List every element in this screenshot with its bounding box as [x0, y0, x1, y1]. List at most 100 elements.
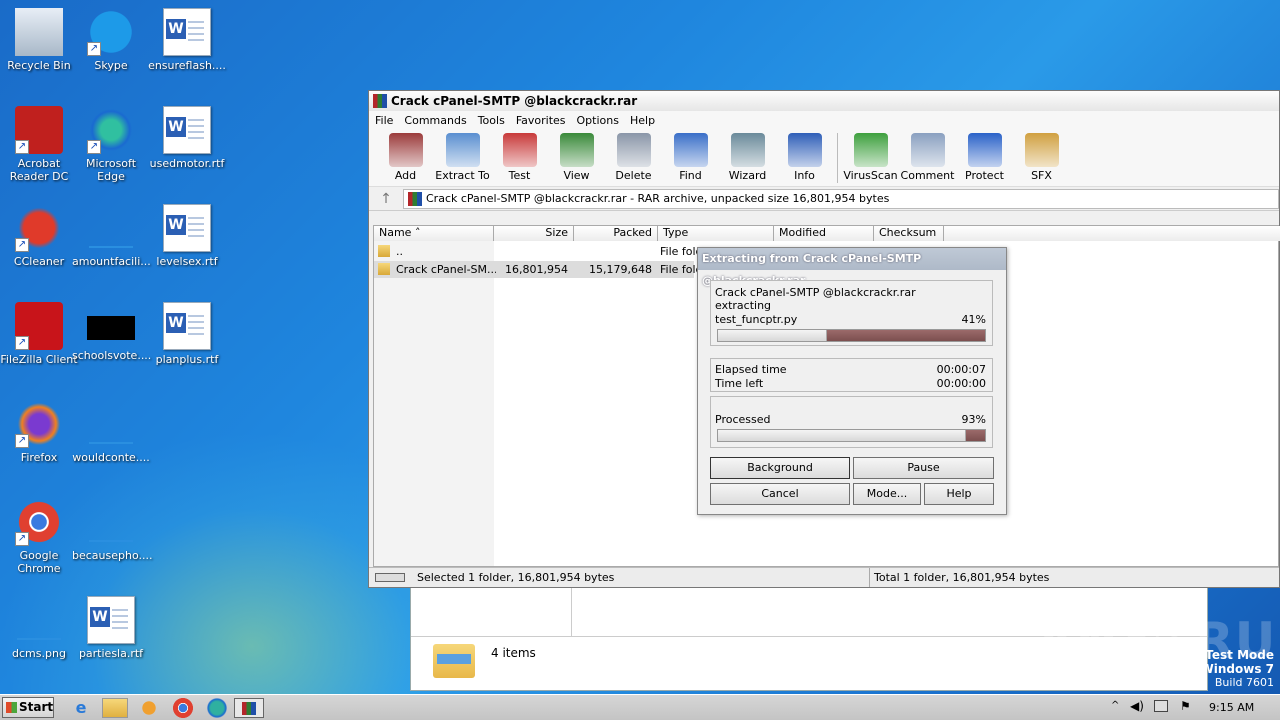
network-icon[interactable]: [1154, 700, 1168, 712]
up-arrow-icon[interactable]: ↑: [369, 188, 403, 210]
start-button[interactable]: Start: [2, 697, 54, 718]
desktop-icon[interactable]: levelsex.rtf: [148, 200, 226, 268]
desktop-icon[interactable]: partiesla.rtf: [72, 592, 150, 660]
menu-file[interactable]: File: [375, 114, 393, 127]
pause-button[interactable]: Pause: [853, 457, 994, 479]
column-header-modified[interactable]: Modified: [774, 226, 874, 241]
desktop-icon[interactable]: becausepho....: [72, 494, 153, 562]
desktop-icon[interactable]: planplus.rtf: [148, 298, 226, 366]
table-row[interactable]: .. File fold: [374, 243, 700, 260]
desktop-icon-label: partiesla.rtf: [78, 647, 144, 660]
desktop-icon[interactable]: ↗ Skype: [72, 4, 150, 72]
filezilla-icon: ↗: [15, 302, 63, 350]
toolbar-button-label: SFX: [1031, 169, 1052, 182]
desktop-icon[interactable]: ↗ Google Chrome: [0, 494, 78, 575]
processed-group: Processed 93%: [710, 396, 993, 448]
file-progress-bar: [717, 329, 986, 342]
shortcut-arrow-icon: ↗: [87, 42, 101, 56]
toolbar-info-button[interactable]: Info: [776, 129, 833, 182]
toolbar-virusscan-button[interactable]: VirusScan: [842, 129, 899, 182]
extract-folder-icon: [445, 133, 480, 167]
status-right: Total 1 folder, 16,801,954 bytes: [874, 571, 1050, 584]
mode-button[interactable]: Mode...: [853, 483, 921, 505]
desktop-icon[interactable]: ↗ Microsoft Edge: [72, 102, 150, 183]
column-header-packed[interactable]: Packed: [574, 226, 658, 241]
dialog-title[interactable]: Extracting from Crack cPanel-SMTP @black…: [698, 248, 1006, 287]
toolbar-sfx-button[interactable]: SFX: [1013, 129, 1070, 182]
toolbar-test-button[interactable]: Test: [491, 129, 548, 182]
firefox-icon: ↗: [15, 400, 63, 448]
blank-file-icon: [87, 400, 135, 448]
desktop-icon[interactable]: ↗ Acrobat Reader DC: [0, 102, 78, 183]
acrobat-icon: ↗: [15, 106, 63, 154]
elapsed-label: Elapsed time: [715, 363, 787, 376]
column-header-name[interactable]: Name ˄: [374, 226, 494, 241]
toolbar-extract-to-button[interactable]: Extract To: [434, 129, 491, 182]
tray-expand-icon[interactable]: ^: [1111, 700, 1119, 711]
cancel-button[interactable]: Cancel: [710, 483, 850, 505]
desktop-icon-label: wouldconte....: [72, 451, 150, 464]
media-player-taskbar-icon[interactable]: [136, 698, 162, 718]
edge-taskbar-icon[interactable]: [204, 698, 230, 718]
chrome-taskbar-icon[interactable]: [170, 698, 196, 718]
desktop-icon-label: becausepho....: [72, 549, 153, 562]
desktop-icon-label: planplus.rtf: [155, 353, 219, 366]
shortcut-arrow-icon: ↗: [87, 140, 101, 154]
background-button[interactable]: Background: [710, 457, 850, 479]
explorer-taskbar-icon[interactable]: [102, 698, 128, 718]
winrar-taskbar-icon[interactable]: [234, 698, 264, 718]
toolbar-protect-button[interactable]: Protect: [956, 129, 1013, 182]
blank-file-icon: [87, 498, 135, 546]
row-type: File fold: [660, 263, 700, 276]
desktop-icon[interactable]: ↗ Firefox: [0, 396, 78, 464]
status-divider: [869, 568, 870, 587]
column-header-checksum[interactable]: Checksum: [874, 226, 944, 241]
toolbar-view-button[interactable]: View: [548, 129, 605, 182]
column-header-size[interactable]: Size: [494, 226, 574, 241]
desktop-icon[interactable]: amountfacili...: [72, 200, 151, 268]
column-header-filler: [944, 226, 1280, 241]
menu-favorites[interactable]: Favorites: [516, 114, 566, 127]
clock[interactable]: 9:15 AM: [1209, 701, 1254, 714]
desktop-icon[interactable]: dcms.png: [0, 592, 78, 660]
desktop-icon[interactable]: usedmotor.rtf: [148, 102, 226, 170]
winrar-titlebar[interactable]: Crack cPanel-SMTP @blackcrackr.rar: [369, 91, 1279, 111]
time-group: Elapsed time 00:00:07 Time left 00:00:00: [710, 358, 993, 392]
desktop-icon[interactable]: ↗ CCleaner: [0, 200, 78, 268]
toolbar-find-button[interactable]: Find: [662, 129, 719, 182]
column-header-type[interactable]: Type: [658, 226, 774, 241]
desktop-icon[interactable]: wouldconte....: [72, 396, 150, 464]
toolbar-add-button[interactable]: Add: [377, 129, 434, 182]
ie-taskbar-icon[interactable]: e: [68, 698, 94, 718]
action-center-flag-icon[interactable]: ⚑: [1180, 699, 1191, 713]
info-icon: [787, 133, 822, 167]
winrar-menubar: File Commands Tools Favorites Options Help: [369, 111, 1279, 129]
time-left-label: Time left: [715, 377, 764, 390]
menu-help[interactable]: Help: [630, 114, 655, 127]
menu-options[interactable]: Options: [577, 114, 619, 127]
status-left: Selected 1 folder, 16,801,954 bytes: [417, 571, 615, 584]
winrar-toolbar: Add Extract To Test View Delete Find Wizard Inf…: [369, 129, 1279, 187]
volume-icon[interactable]: ◀): [1130, 699, 1144, 713]
items-count: 4 items: [491, 646, 536, 660]
winrar-title: Crack cPanel-SMTP @blackcrackr.rar: [391, 94, 638, 108]
elapsed-value: 00:00:07: [936, 363, 986, 376]
help-button[interactable]: Help: [924, 483, 994, 505]
shortcut-arrow-icon: ↗: [15, 336, 29, 350]
toolbar-comment-button[interactable]: Comment: [899, 129, 956, 182]
menu-commands[interactable]: Commands: [404, 114, 466, 127]
desktop-icon[interactable]: ensureflash....: [148, 4, 226, 72]
file-progress-fill: [718, 330, 828, 341]
winrar-app-icon: [373, 94, 387, 108]
desktop-icon[interactable]: ↗ FileZilla Client: [0, 298, 78, 366]
menu-tools[interactable]: Tools: [478, 114, 505, 127]
table-row[interactable]: Crack cPanel-SM... 16,801,954 15,179,648 Fi…: [374, 261, 700, 278]
skype-icon: ↗: [87, 8, 135, 56]
archive-path-field[interactable]: Crack cPanel-SMTP @blackcrackr.rar - RAR…: [403, 188, 1279, 209]
toolbar-wizard-button[interactable]: Wizard: [719, 129, 776, 182]
desktop-icon[interactable]: Recycle Bin: [0, 4, 78, 72]
toolbar-delete-button[interactable]: Delete: [605, 129, 662, 182]
toolbar-button-label: Comment: [900, 169, 955, 182]
desktop-icon[interactable]: schoolsvote....: [72, 298, 151, 362]
windows-logo-icon: [6, 702, 17, 713]
